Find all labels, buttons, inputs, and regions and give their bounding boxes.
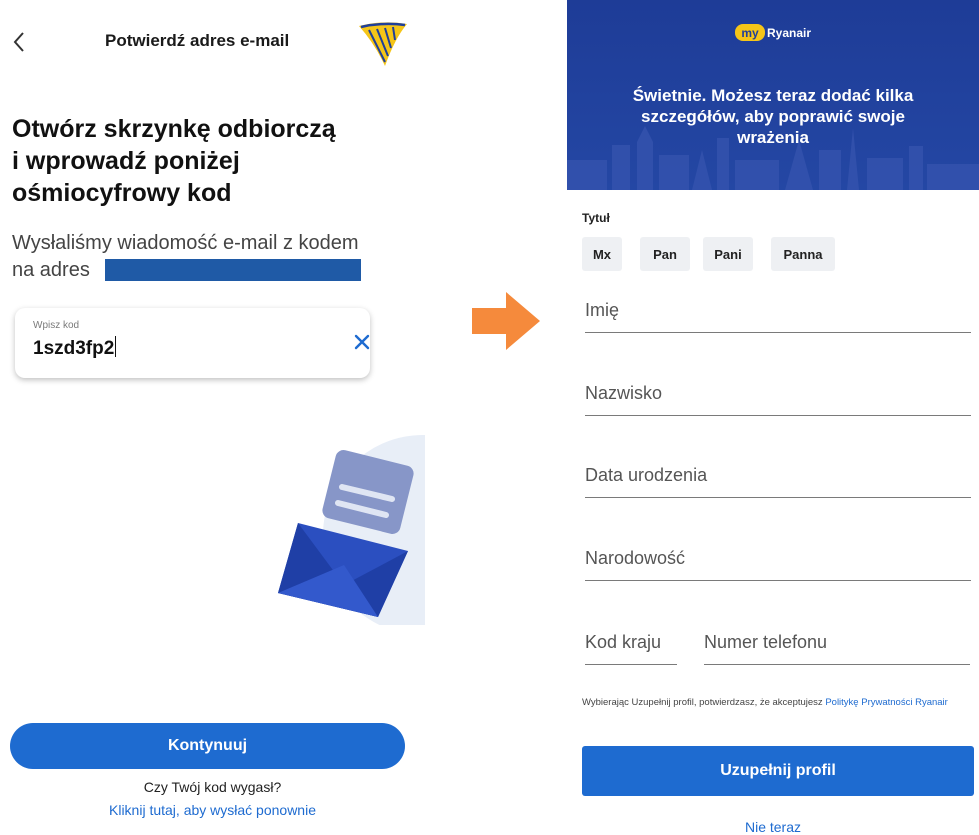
title-option-mx[interactable]: Mx [582, 237, 622, 271]
title-label: Tytuł [582, 211, 610, 225]
logo-my-text: my [741, 26, 759, 40]
back-chevron-icon[interactable] [8, 28, 30, 56]
title-option-pan[interactable]: Pan [640, 237, 690, 271]
clear-x-icon[interactable] [348, 328, 376, 356]
phone-placeholder: Numer telefonu [704, 632, 828, 652]
right-arrow-icon [470, 290, 542, 352]
code-input-label: Wpisz kod [33, 320, 80, 331]
instruction-heading: Otwórz skrzynkę odbiorczą i wprowadź pon… [12, 115, 336, 207]
first-name-placeholder: Imię [585, 300, 620, 320]
code-expired-question: Czy Twój kod wygasł? [143, 779, 282, 795]
code-input-value[interactable]: 1szd3fp2 [33, 336, 117, 360]
not-now-link[interactable]: Nie teraz [567, 819, 979, 835]
birth-date-field[interactable]: Data urodzenia [585, 457, 971, 498]
nationality-placeholder: Narodowość [585, 548, 686, 568]
ryanair-harp-logo [355, 18, 410, 70]
title-option-panna[interactable]: Panna [771, 237, 835, 271]
title-option-pani[interactable]: Pani [703, 237, 753, 271]
birth-date-placeholder: Data urodzenia [585, 465, 708, 485]
phone-field[interactable]: Numer telefonu [704, 624, 970, 665]
top-bar: Potwierdź adres e-mail [0, 0, 425, 80]
consent-text: Wybierając Uzupełnij profil, potwierdzas… [582, 697, 972, 709]
myryanair-logo: my Ryanair [735, 20, 825, 44]
last-name-field[interactable]: Nazwisko [585, 375, 971, 416]
envelope-illustration [258, 435, 425, 635]
country-code-placeholder: Kod kraju [585, 632, 662, 652]
welcome-banner: my Ryanair Świetnie. Możesz teraz dodać … [567, 0, 979, 190]
redacted-email [105, 259, 361, 281]
verify-email-screen: Potwierdź adres e-mail Otwórz skrzynkę o… [0, 0, 425, 835]
complete-profile-button[interactable]: Uzupełnij profil [582, 746, 974, 796]
code-input-text: 1szd3fp2 [33, 338, 115, 359]
profile-screen: my Ryanair Świetnie. Możesz teraz dodać … [567, 0, 979, 835]
code-input-field[interactable]: Wpisz kod 1szd3fp2 [15, 308, 370, 378]
banner-message: Świetnie. Możesz teraz dodać kilka szcze… [632, 86, 914, 147]
page-title: Potwierdź adres e-mail [105, 31, 290, 50]
privacy-policy-link[interactable]: Politykę Prywatności Ryanair [825, 697, 948, 708]
text-caret [115, 336, 117, 357]
resend-link[interactable]: Kliknij tutaj, aby wysłać ponownie [0, 802, 425, 818]
logo-brand-text: Ryanair [767, 26, 811, 40]
first-name-field[interactable]: Imię [585, 292, 971, 333]
last-name-placeholder: Nazwisko [585, 383, 663, 403]
consent-body: Wybierając Uzupełnij profil, potwierdzas… [582, 697, 823, 708]
country-code-field[interactable]: Kod kraju [585, 624, 677, 665]
continue-button[interactable]: Kontynuuj [10, 723, 405, 769]
nationality-field[interactable]: Narodowość [585, 540, 971, 581]
